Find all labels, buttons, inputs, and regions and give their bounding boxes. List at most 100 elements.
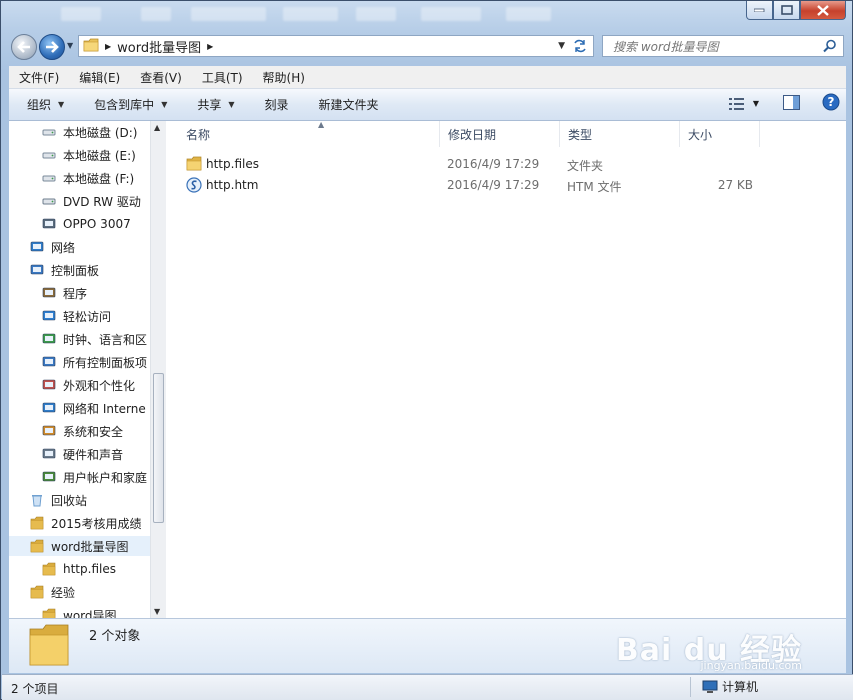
nav-item[interactable]: 网络和 Interne [9, 398, 150, 418]
nav-item[interactable]: OPPO 3007 [9, 214, 150, 234]
menu-help[interactable]: 帮助(H) [253, 69, 315, 86]
back-button[interactable] [11, 34, 37, 60]
status-separator [690, 677, 691, 697]
preview-pane-icon [783, 94, 800, 110]
navigation-scrollbar[interactable]: ▲ ▼ [150, 121, 166, 618]
column-header-size[interactable]: 大小 [680, 121, 760, 147]
nav-item[interactable]: 本地磁盘 (D:) [9, 122, 150, 142]
html-file-icon [186, 177, 202, 196]
folder-icon [41, 607, 57, 618]
forward-button[interactable] [39, 34, 65, 60]
nav-item[interactable]: 控制面板 [9, 260, 150, 280]
recent-pages-dropdown[interactable]: ▼ [67, 41, 73, 50]
address-history-dropdown[interactable]: ▼ [558, 41, 565, 51]
blurred-title-fragment [61, 7, 101, 21]
help-button[interactable]: ? [822, 93, 840, 114]
ease-of-access-icon [41, 308, 57, 324]
nav-item[interactable]: 本地磁盘 (E:) [9, 145, 150, 165]
nav-item[interactable]: 所有控制面板项 [9, 352, 150, 372]
breadcrumb-current[interactable]: word批量导图 [117, 37, 201, 56]
folder-icon [186, 156, 202, 175]
nav-item[interactable]: DVD RW 驱动 [9, 191, 150, 211]
nav-item[interactable]: 程序 [9, 283, 150, 303]
address-bar[interactable]: ▶ word批量导图 ▶ ▼ [78, 35, 594, 57]
nav-item[interactable]: 网络 [9, 237, 150, 257]
drive-icon [41, 170, 57, 186]
nav-item-label: http.files [63, 562, 116, 576]
nav-item-label: 网络和 Interne [63, 401, 146, 416]
search-input[interactable] [611, 37, 825, 57]
chevron-down-icon: ▼ [228, 100, 235, 109]
column-header-label: 修改日期 [448, 127, 497, 142]
nav-item[interactable]: 经验 [9, 582, 150, 602]
status-location-label: 计算机 [722, 680, 759, 694]
nav-item[interactable]: 2015考核用成绩 [9, 513, 150, 533]
chevron-down-icon: ▼ [58, 100, 65, 109]
column-header-name[interactable]: 名称 ▲ [178, 120, 440, 147]
nav-item-label: 2015考核用成绩 [51, 516, 142, 531]
nav-item-label: 本地磁盘 (E:) [63, 148, 136, 163]
menu-view[interactable]: 查看(V) [130, 69, 192, 86]
menu-file[interactable]: 文件(F) [9, 69, 69, 86]
blurred-title-fragment [356, 7, 396, 21]
burn-button[interactable]: 刻录 [245, 96, 299, 113]
breadcrumb-separator-icon[interactable]: ▶ [105, 42, 111, 51]
folder-icon [83, 38, 99, 55]
network-icon [29, 239, 45, 255]
refresh-button[interactable] [571, 38, 589, 54]
blurred-title-fragment [191, 7, 266, 21]
nav-item[interactable]: 轻松访问 [9, 306, 150, 326]
nav-item[interactable]: 系统和安全 [9, 421, 150, 441]
system-security-icon [41, 423, 57, 439]
include-in-library-button[interactable]: 包含到库中 ▼ [74, 96, 177, 113]
nav-item[interactable]: 回收站 [9, 490, 150, 510]
search-box[interactable] [602, 35, 844, 57]
scrollbar-thumb[interactable] [153, 373, 164, 523]
burn-label: 刻录 [264, 98, 289, 112]
new-folder-button[interactable]: 新建文件夹 [299, 96, 389, 113]
nav-item[interactable]: 时钟、语言和区 [9, 329, 150, 349]
nav-item[interactable]: 外观和个性化 [9, 375, 150, 395]
drive-icon [41, 147, 57, 163]
caption-buttons [746, 1, 846, 21]
view-options-dropdown[interactable]: ▼ [753, 99, 759, 108]
nav-item[interactable]: http.files [9, 559, 150, 579]
nav-item-label: DVD RW 驱动 [63, 194, 141, 209]
nav-item[interactable]: word导图 [9, 605, 150, 618]
nav-item-label: 轻松访问 [63, 309, 112, 324]
network-internet-icon [41, 400, 57, 416]
blurred-title-fragment [506, 7, 551, 21]
recycle-bin-icon [29, 492, 45, 508]
scroll-up-icon[interactable]: ▲ [154, 123, 160, 132]
sort-ascending-icon: ▲ [318, 120, 325, 129]
breadcrumb-separator-icon[interactable]: ▶ [207, 42, 213, 51]
scroll-down-icon[interactable]: ▼ [154, 607, 160, 616]
close-icon [817, 4, 829, 16]
file-row[interactable]: http.files 2016/4/9 17:29 文件夹 [182, 154, 782, 175]
file-row[interactable]: http.htm 2016/4/9 17:29 HTM 文件 27 KB [182, 175, 782, 196]
nav-item[interactable]: 用户帐户和家庭 [9, 467, 150, 487]
minimize-button[interactable] [746, 1, 773, 20]
nav-item[interactable]: 硬件和声音 [9, 444, 150, 464]
column-header-type[interactable]: 类型 [560, 121, 680, 147]
change-view-button[interactable] [728, 97, 745, 110]
nav-item[interactable]: word批量导图 [9, 536, 150, 556]
share-button[interactable]: 共享 ▼ [177, 96, 244, 113]
organize-button[interactable]: 组织 ▼ [9, 96, 74, 113]
organize-label: 组织 [27, 98, 52, 112]
new-folder-label: 新建文件夹 [318, 98, 379, 112]
preview-pane-button[interactable] [783, 94, 800, 113]
svg-text:?: ? [828, 95, 835, 109]
maximize-button[interactable] [773, 1, 800, 20]
nav-item[interactable]: 本地磁盘 (F:) [9, 168, 150, 188]
blurred-title-fragment [421, 7, 481, 21]
close-button[interactable] [800, 1, 846, 20]
maximize-icon [780, 5, 793, 15]
nav-item-label: word批量导图 [51, 539, 129, 554]
column-header-date[interactable]: 修改日期 [440, 121, 560, 147]
menu-edit[interactable]: 编辑(E) [69, 69, 130, 86]
search-icon[interactable] [823, 39, 837, 56]
menu-tools[interactable]: 工具(T) [192, 69, 253, 86]
folder-icon [29, 538, 45, 554]
folder-icon [29, 584, 45, 600]
